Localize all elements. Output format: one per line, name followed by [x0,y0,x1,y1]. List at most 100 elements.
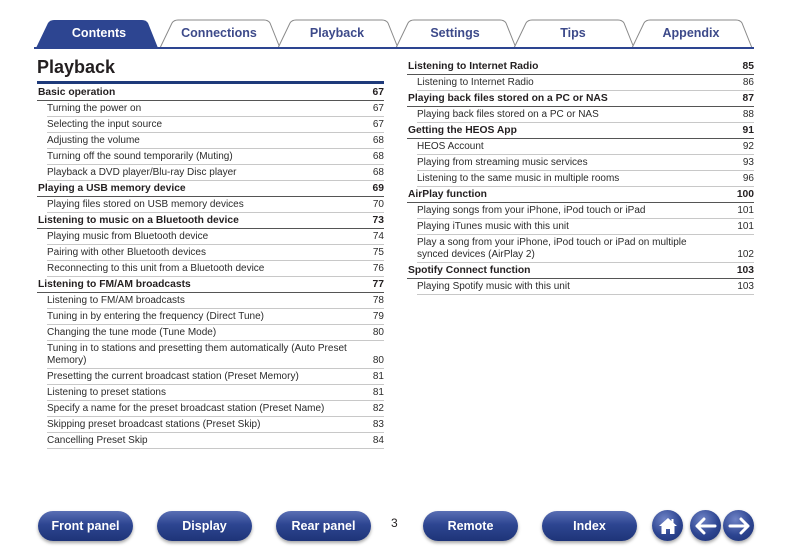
toc-section-link[interactable]: Spotify Connect function 103 [407,263,754,279]
toc-entry-page: 101 [737,221,754,232]
toc-entry-page: 84 [372,435,384,446]
toc-item-link[interactable]: Listening to FM/AM broadcasts 78 [47,293,384,309]
toc-entry-page: 77 [372,279,384,290]
toc-section-link[interactable]: Listening to Internet Radio 85 [407,59,754,75]
toc-item-link[interactable]: Listening to the same music in multiple … [417,171,754,187]
toc-item-link[interactable]: Changing the tune mode (Tune Mode) 80 [47,325,384,341]
tab-playback[interactable]: Playback [280,19,398,48]
toc-entry-title: Playing back files stored on a PC or NAS [408,93,608,104]
toc-section-link[interactable]: Basic operation 67 [37,85,384,101]
toc-section-link[interactable]: Listening to FM/AM broadcasts 77 [37,277,384,293]
toc-item-link[interactable]: HEOS Account 92 [417,139,754,155]
toc-entry-page: 68 [372,151,384,162]
toc-right-column: Listening to Internet Radio 85 Listening t… [407,59,754,295]
toc-entry-title: Changing the tune mode (Tune Mode) [47,327,217,338]
toc-entry-page: 88 [742,109,754,120]
tab-settings[interactable]: Settings [398,19,516,48]
toc-entry-title: Spotify Connect function [408,265,531,276]
display-button[interactable]: Display [157,511,252,541]
toc-item-link[interactable]: Listening to preset stations 81 [47,385,384,401]
home-icon [658,517,677,534]
toc-entry-page: 78 [372,295,384,306]
tab-contents[interactable]: Contents [40,19,158,48]
toc-entry-title: Presetting the current broadcast station… [47,371,299,382]
toc-item-link[interactable]: Listening to Internet Radio 86 [417,75,754,91]
toc-item-link[interactable]: Selecting the input source 67 [47,117,384,133]
toc-item-link[interactable]: Pairing with other Bluetooth devices 75 [47,245,384,261]
toc-entry-title: HEOS Account [417,141,484,152]
remote-button[interactable]: Remote [423,511,518,541]
toc-entry-page: 68 [372,167,384,178]
toc-item-link[interactable]: Playing songs from your iPhone, iPod tou… [417,203,754,219]
toc-entry-title: Getting the HEOS App [408,125,517,136]
toc-entry-page: 83 [372,419,384,430]
toc-entry-title: Adjusting the volume [47,135,140,146]
toc-entry-page: 93 [742,157,754,168]
toc-entry-title: Reconnecting to this unit from a Bluetoo… [47,263,265,274]
toc-entry-page: 101 [737,205,754,216]
toc-section-link[interactable]: Playing back files stored on a PC or NAS… [407,91,754,107]
toc-item-link[interactable]: Playing music from Bluetooth device 74 [47,229,384,245]
toc-entry-page: 70 [372,199,384,210]
toc-item-link[interactable]: Skipping preset broadcast stations (Pres… [47,417,384,433]
toc-entry-title: Listening to preset stations [47,387,166,398]
tab-tips[interactable]: Tips [516,19,634,48]
toc-entry-title: Playing iTunes music with this unit [417,221,569,232]
toc-entry-title: Specify a name for the preset broadcast … [47,403,325,414]
toc-item-link[interactable]: Playing from streaming music services 93 [417,155,754,171]
tab-label: Playback [309,26,365,40]
title-underline [37,81,384,84]
toc-section-link[interactable]: Getting the HEOS App 91 [407,123,754,139]
front-panel-button[interactable]: Front panel [38,511,133,541]
toc-entry-page: 74 [372,231,384,242]
toc-entry-title: Cancelling Preset Skip [47,435,148,446]
toc-entry-title: Playing Spotify music with this unit [417,281,570,292]
toc-entry-page: 103 [736,265,754,276]
page-number: 3 [391,516,398,530]
toc-item-link[interactable]: Play a song from your iPhone, iPod touch… [417,235,754,263]
toc-item-link[interactable]: Playing files stored on USB memory devic… [47,197,384,213]
toc-entry-page: 68 [372,135,384,146]
toc-item-link[interactable]: Presetting the current broadcast station… [47,369,384,385]
toc-item-link[interactable]: Turning off the sound temporarily (Mutin… [47,149,384,165]
toc-entry-title: Basic operation [38,87,116,98]
toc-entry-title: Listening to music on a Bluetooth device [38,215,239,226]
toc-entry-page: 80 [372,327,384,338]
tab-appendix[interactable]: Appendix [634,19,752,48]
home-button[interactable] [652,510,683,541]
toc-entry-title: Playing back files stored on a PC or NAS [417,109,599,120]
toc-entry-page: 96 [742,173,754,184]
toc-item-link[interactable]: Turning the power on 67 [47,101,384,117]
toc-entry-title: Play a song from your iPhone, iPod touch… [417,237,687,260]
toc-item-link[interactable]: Cancelling Preset Skip 84 [47,433,384,449]
toc-entry-page: 79 [372,311,384,322]
toc-entry-title: Tuning in by entering the frequency (Dir… [47,311,264,322]
toc-entry-title: Listening to the same music in multiple … [417,173,620,184]
toc-entry-page: 67 [372,87,384,98]
toc-item-link[interactable]: Specify a name for the preset broadcast … [47,401,384,417]
toc-entry-page: 86 [742,77,754,88]
toc-item-link[interactable]: Adjusting the volume 68 [47,133,384,149]
toc-item-link[interactable]: Playing back files stored on a PC or NAS… [417,107,754,123]
toc-entry-page: 69 [372,183,384,194]
toc-entry-page: 87 [742,93,754,104]
forward-button[interactable] [723,510,754,541]
toc-entry-title: Listening to Internet Radio [417,77,534,88]
toc-item-link[interactable]: Playing Spotify music with this unit 103 [417,279,754,295]
toc-section-link[interactable]: AirPlay function 100 [407,187,754,203]
toc-item-link[interactable]: Playback a DVD player/Blu-ray Disc playe… [47,165,384,181]
toc-entry-title: Tuning in to stations and presetting the… [47,343,347,366]
toc-section-link[interactable]: Playing a USB memory device 69 [37,181,384,197]
tab-connections[interactable]: Connections [162,19,280,48]
toc-item-link[interactable]: Tuning in by entering the frequency (Dir… [47,309,384,325]
back-button[interactable] [690,510,721,541]
toc-entry-page: 81 [372,371,384,382]
toc-entry-title: Listening to FM/AM broadcasts [38,279,191,290]
toc-section-link[interactable]: Listening to music on a Bluetooth device… [37,213,384,229]
toc-item-link[interactable]: Playing iTunes music with this unit 101 [417,219,754,235]
toc-entry-title: Playing from streaming music services [417,157,588,168]
toc-item-link[interactable]: Reconnecting to this unit from a Bluetoo… [47,261,384,277]
index-button[interactable]: Index [542,511,637,541]
rear-panel-button[interactable]: Rear panel [276,511,371,541]
toc-item-link[interactable]: Tuning in to stations and presetting the… [47,341,384,369]
